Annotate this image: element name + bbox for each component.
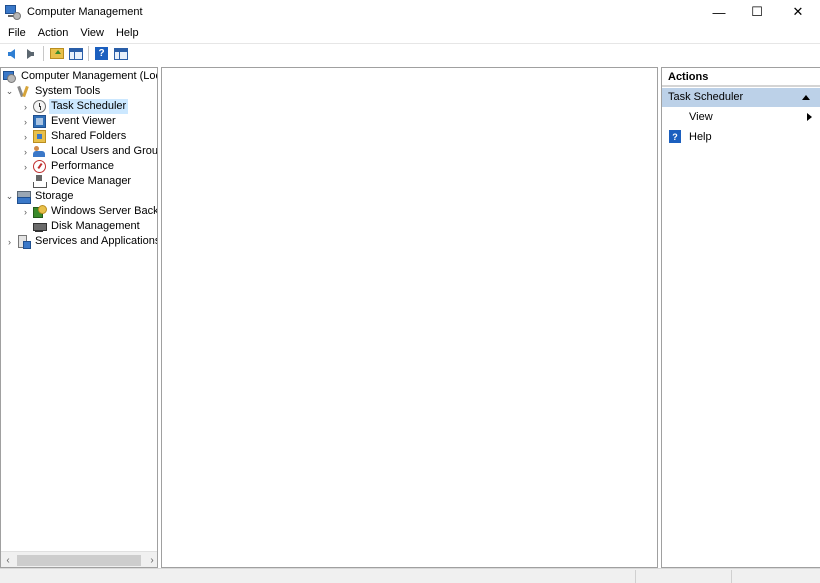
status-bar <box>0 568 820 583</box>
show-hide-action-pane-icon <box>113 47 128 60</box>
actions-pane: Actions Task Scheduler View ? Help <box>661 67 820 568</box>
chevron-right-icon[interactable]: › <box>21 147 30 157</box>
tree-item-label: System Tools <box>35 85 101 97</box>
tree-item-label: Event Viewer <box>51 115 116 127</box>
tree-item-label: Performance <box>51 160 114 172</box>
back-icon <box>8 48 15 59</box>
close-button[interactable]: ✕ <box>776 0 820 24</box>
chevron-down-icon[interactable]: ⌄ <box>5 86 14 97</box>
up-one-level-button[interactable] <box>48 45 65 62</box>
window-title: Computer Management <box>27 6 143 18</box>
toolbar-separator <box>43 46 44 61</box>
scrollbar-thumb[interactable] <box>17 554 141 566</box>
tree-item-label: Local Users and Groups <box>51 145 158 157</box>
tree-item-label: Storage <box>35 190 74 202</box>
chevron-right-icon[interactable]: › <box>21 102 30 112</box>
forward-button[interactable] <box>22 45 39 62</box>
tree-item-label: Disk Management <box>51 220 140 232</box>
clock-icon <box>33 100 46 113</box>
tree-item-label: Shared Folders <box>51 130 127 142</box>
chevron-right-icon[interactable]: › <box>5 237 14 247</box>
shared-folders-icon <box>33 130 46 143</box>
storage-icon <box>17 190 31 204</box>
actions-section-task-scheduler[interactable]: Task Scheduler <box>662 88 820 107</box>
help-icon: ? <box>95 47 108 60</box>
help-button[interactable]: ? <box>93 45 110 62</box>
tree-item-label: Computer Management (Local <box>21 70 158 82</box>
performance-icon <box>33 160 46 173</box>
action-help[interactable]: ? Help <box>662 127 820 147</box>
window-controls: — ☐ ✕ <box>700 0 820 24</box>
scrollbar-track[interactable] <box>15 552 145 568</box>
chevron-right-icon[interactable]: › <box>21 132 30 142</box>
minimize-button[interactable]: — <box>700 0 738 24</box>
show-hide-console-tree-button[interactable] <box>67 45 84 62</box>
tree-item-task-scheduler[interactable]: › Task Scheduler <box>21 99 129 114</box>
tree-item-event-viewer[interactable]: › Event Viewer <box>21 114 118 129</box>
collapse-up-icon[interactable] <box>802 95 810 100</box>
up-folder-icon <box>49 48 64 59</box>
tree-item-services-and-applications[interactable]: › Services and Applications <box>5 234 158 249</box>
action-view[interactable]: View <box>662 107 820 127</box>
scroll-left-button[interactable]: ‹ <box>1 552 15 568</box>
tools-icon <box>17 85 30 98</box>
tree-item-label: Services and Applications <box>35 235 158 247</box>
actions-section-label: Task Scheduler <box>668 91 744 103</box>
action-label: Help <box>689 131 712 143</box>
menu-help[interactable]: Help <box>110 24 145 42</box>
chevron-down-icon[interactable]: ⌄ <box>5 191 14 202</box>
show-hide-action-pane-button[interactable] <box>112 45 129 62</box>
chevron-right-icon[interactable]: › <box>21 207 30 217</box>
help-icon: ? <box>669 130 681 143</box>
disk-icon <box>33 220 47 233</box>
menu-action[interactable]: Action <box>32 24 75 42</box>
event-viewer-icon <box>33 115 46 128</box>
tree-item-windows-server-backup[interactable]: › Windows Server Backup <box>21 204 157 219</box>
toolbar-separator <box>88 46 89 61</box>
actions-header: Actions <box>662 68 820 87</box>
menu-file[interactable]: File <box>2 24 32 42</box>
back-button[interactable] <box>3 45 20 62</box>
users-icon <box>33 145 46 158</box>
tree-item-local-users-and-groups[interactable]: › Local Users and Groups <box>21 144 158 159</box>
title-bar: Computer Management — ☐ ✕ <box>0 0 820 24</box>
backup-icon <box>33 205 47 218</box>
tree-item-label: Device Manager <box>51 175 132 187</box>
device-manager-icon <box>33 175 47 188</box>
computer-management-icon <box>3 70 16 83</box>
forward-icon <box>27 48 34 59</box>
tree-horizontal-scrollbar[interactable]: ‹ › <box>1 551 157 568</box>
action-label: View <box>689 111 713 123</box>
tree-item-label: Task Scheduler <box>49 99 129 114</box>
submenu-arrow-icon <box>807 113 812 121</box>
maximize-button[interactable]: ☐ <box>738 0 776 24</box>
tree-item-performance[interactable]: › Performance <box>21 159 116 174</box>
menu-view[interactable]: View <box>74 24 110 42</box>
chevron-right-icon[interactable]: › <box>21 117 30 127</box>
scroll-right-button[interactable]: › <box>145 552 157 568</box>
services-icon <box>17 235 31 249</box>
tree-item-storage[interactable]: ⌄ Storage <box>5 189 76 204</box>
tree-item-root[interactable]: Computer Management (Local <box>3 69 158 84</box>
tree-item-shared-folders[interactable]: › Shared Folders <box>21 129 128 144</box>
tree-item-system-tools[interactable]: ⌄ System Tools <box>5 84 102 99</box>
computer-management-icon <box>5 4 21 20</box>
status-segment <box>731 570 732 583</box>
tree-item-disk-management[interactable]: Disk Management <box>33 219 142 234</box>
result-pane[interactable] <box>161 67 658 568</box>
status-segment <box>635 570 636 583</box>
chevron-right-icon[interactable]: › <box>21 162 30 172</box>
tree-item-label: Windows Server Backup <box>51 205 157 217</box>
console-tree[interactable]: Computer Management (Local ⌄ System Tool… <box>0 67 158 568</box>
tree-item-device-manager[interactable]: Device Manager <box>33 174 133 189</box>
toolbar: ? <box>0 43 820 63</box>
menu-bar: File Action View Help <box>0 24 820 42</box>
show-hide-console-tree-icon <box>68 47 83 60</box>
